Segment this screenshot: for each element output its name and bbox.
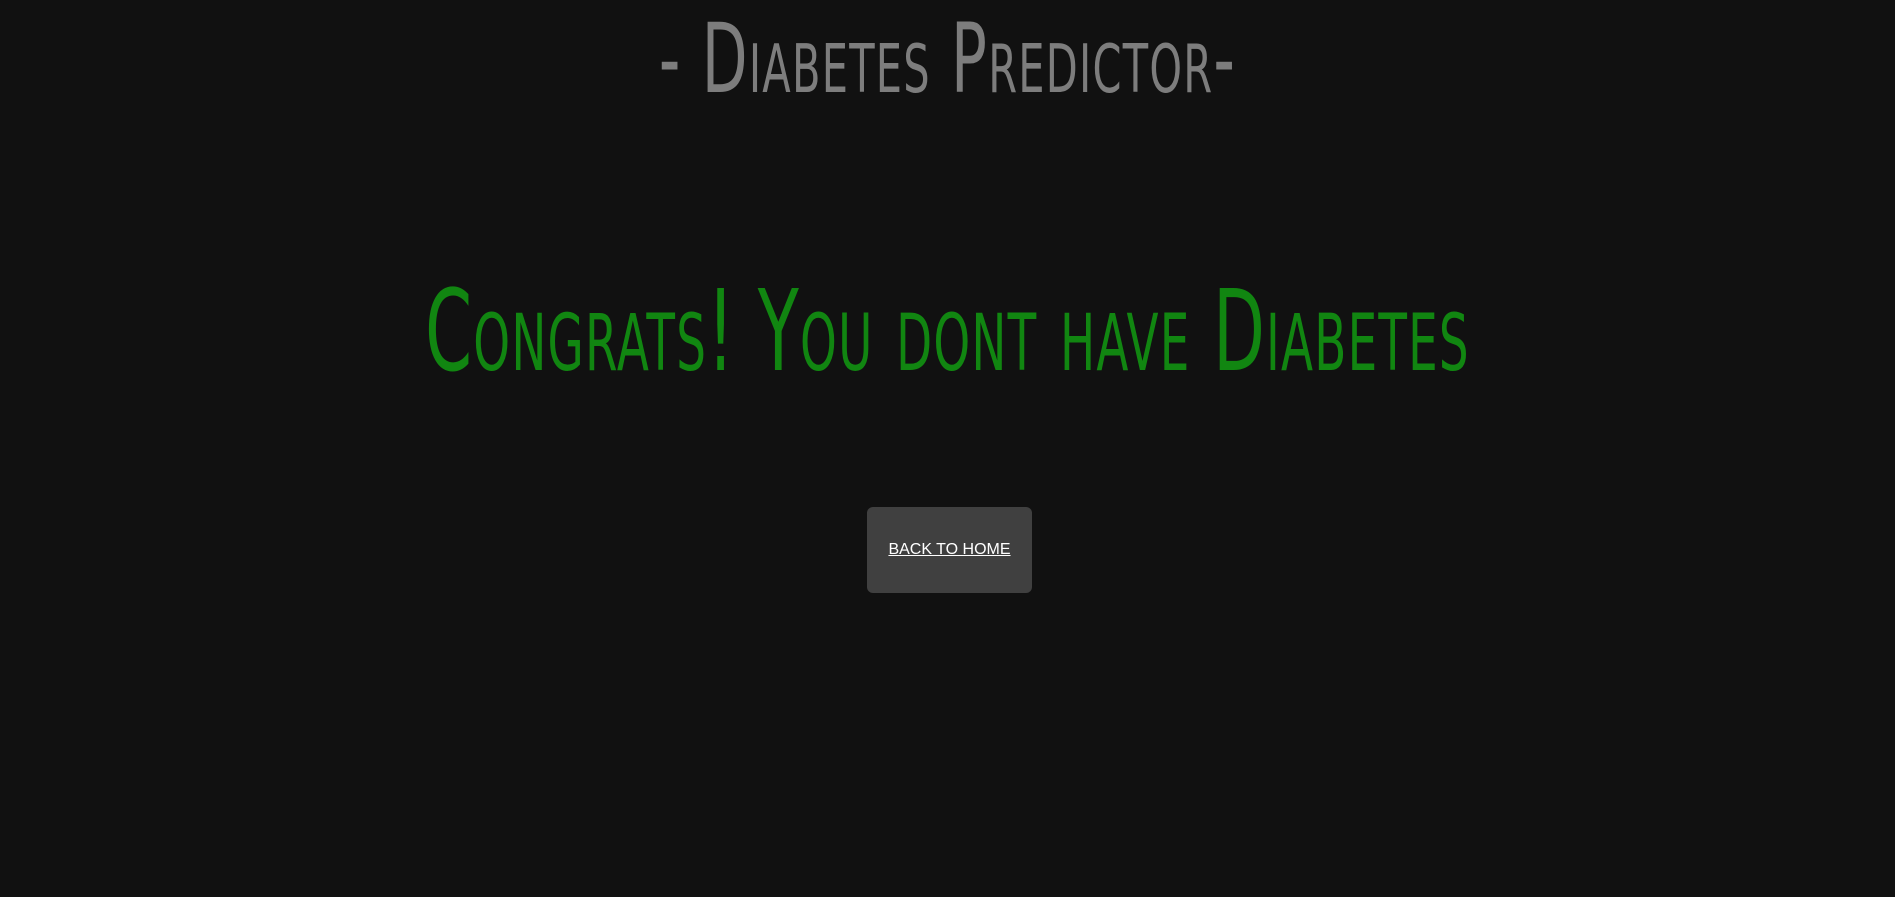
back-to-home-link[interactable]: BACK TO HOME [888,541,1010,559]
prediction-result-message: Congrats! You dont have Diabetes [425,267,1470,397]
result-page: - Diabetes Predictor- Congrats! You dont… [0,0,1895,897]
page-title: - Diabetes Predictor- [658,3,1237,115]
back-to-home-button[interactable]: BACK TO HOME [867,507,1032,593]
